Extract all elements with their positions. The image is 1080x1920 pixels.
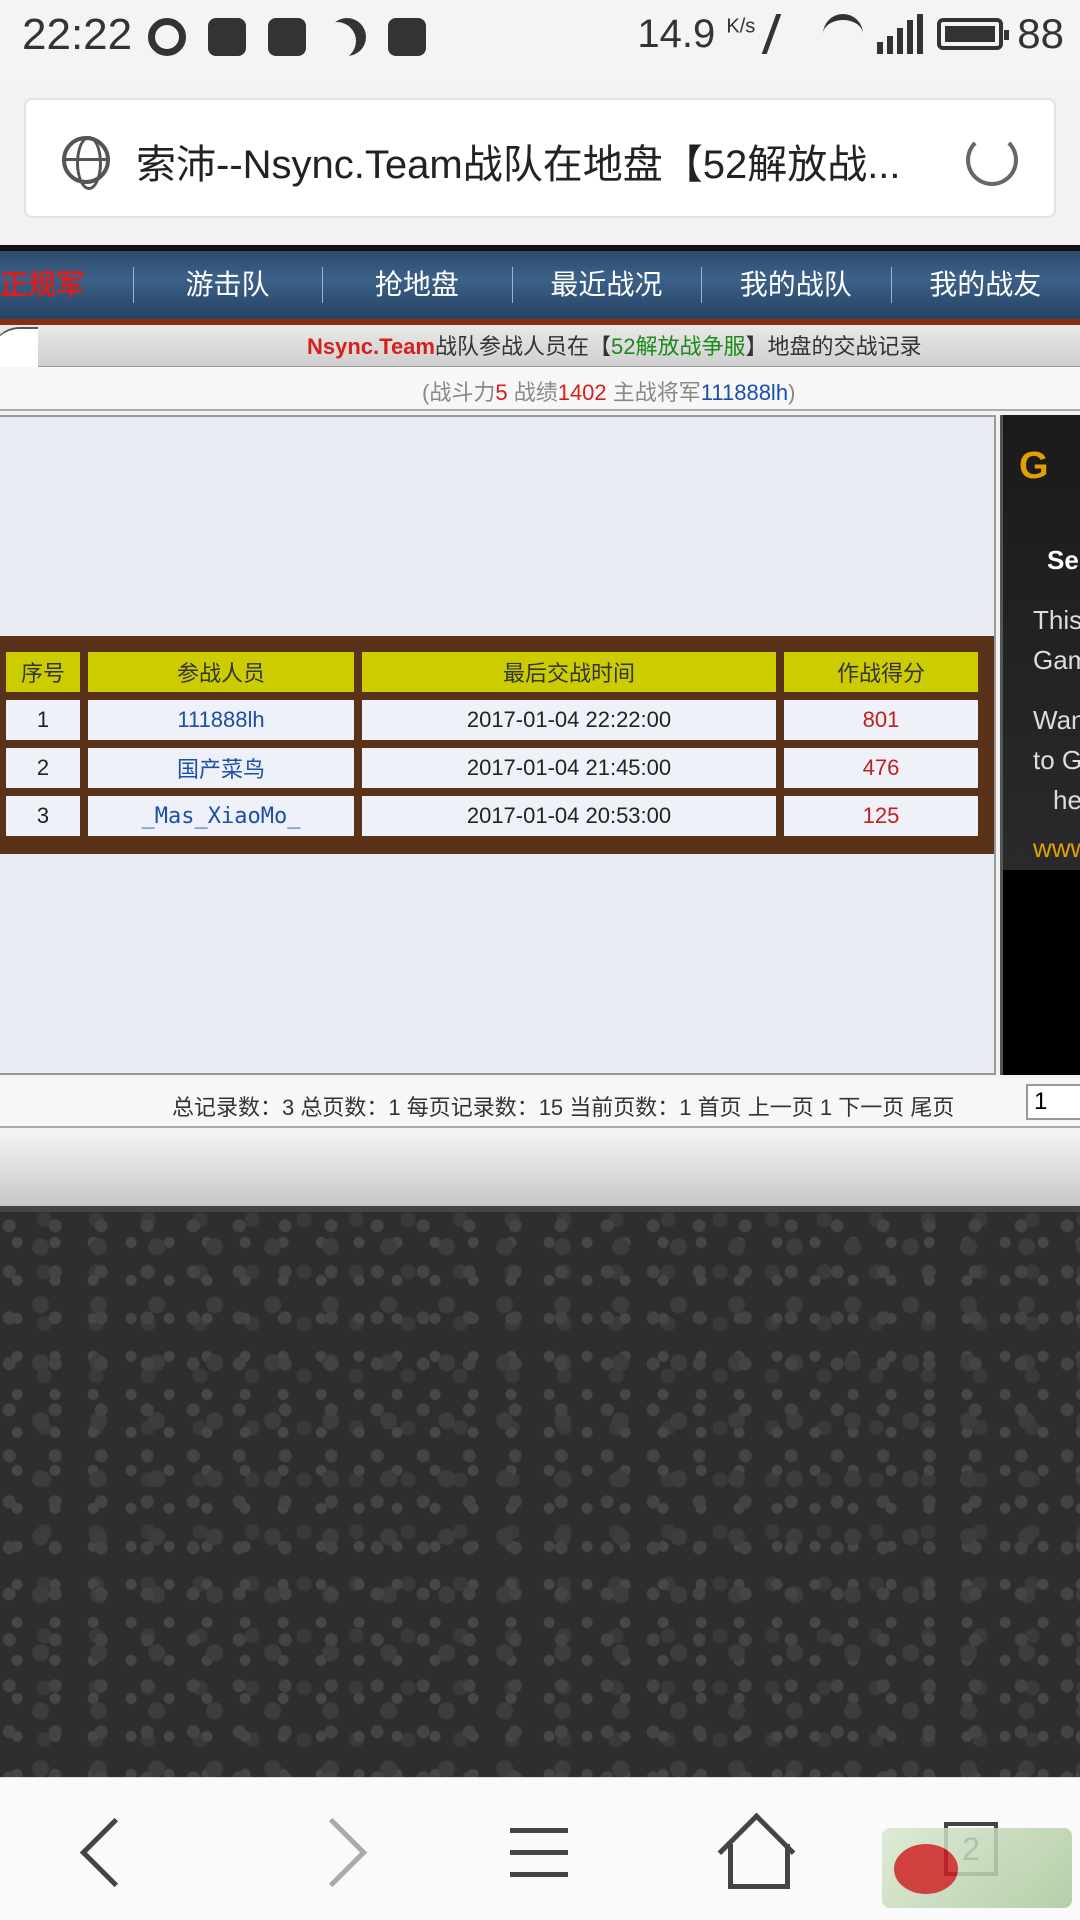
table-header-row: 序号 参战人员 最后交战时间 作战得分 [4, 650, 980, 694]
qq-icon [148, 18, 186, 56]
status-right: 14.9 K/s 88 [637, 10, 1064, 58]
battle-record-table: 序号 参战人员 最后交战时间 作战得分 1 111888lh 2017-01-0… [0, 636, 994, 854]
address-bar[interactable]: 索沛--Nsync.Team战队在地盘【52解放战... [24, 98, 1056, 218]
forward-icon[interactable] [300, 1814, 380, 1894]
reload-icon[interactable] [966, 134, 1018, 186]
network-speed: 14.9 K/s [637, 11, 756, 56]
mute-icon [762, 14, 817, 54]
table-row: 2 国产菜鸟 2017-01-04 21:45:00 476 [4, 746, 980, 790]
status-bar: 22:22 14.9 K/s 88 [0, 0, 1080, 80]
participant-link[interactable]: _Mas_XiaoMo_ [86, 794, 356, 838]
qq-ghost-icon [208, 18, 246, 56]
ad-content[interactable]: G Ser This s Game Want to Ga her www [1003, 415, 1080, 870]
battle-score: 801 [782, 698, 980, 742]
wifi-icon [823, 14, 864, 54]
page-title[interactable]: 索沛--Nsync.Team战队在地盘【52解放战... [136, 132, 966, 190]
battery-icon [937, 18, 1010, 50]
participant-link[interactable]: 国产菜鸟 [86, 746, 356, 790]
last-battle-time: 2017-01-04 20:53:00 [360, 794, 778, 838]
section-header: Nsync.Team战队参战人员在【52解放战争服】地盘的交战记录 [0, 325, 1080, 367]
background-pattern [0, 1212, 1080, 1777]
column-header: 作战得分 [782, 650, 980, 694]
row-number: 2 [4, 746, 82, 790]
tab-corner [0, 327, 38, 367]
row-number: 3 [4, 794, 82, 838]
back-icon[interactable] [66, 1814, 146, 1894]
home-icon[interactable] [716, 1814, 796, 1894]
menu-icon[interactable] [500, 1814, 580, 1894]
column-header: 参战人员 [86, 650, 356, 694]
nav-item-my-team[interactable]: 我的战队 [701, 253, 890, 317]
participant-link[interactable]: 111888lh [86, 698, 356, 742]
team-name[interactable]: Nsync.Team [307, 334, 435, 359]
signal-icon [877, 14, 924, 54]
globe-icon [62, 136, 110, 190]
main-general[interactable]: 111888lh [701, 380, 788, 405]
page-heading: Nsync.Team战队参战人员在【52解放战争服】地盘的交战记录 [307, 334, 922, 359]
browser-bottom-nav: 2 [0, 1777, 1080, 1920]
mail-icon [268, 18, 306, 56]
moon-icon [328, 18, 366, 56]
last-battle-time: 2017-01-04 22:22:00 [360, 698, 778, 742]
nav-item-my-friends[interactable]: 我的战友 [890, 253, 1080, 317]
site-nav: 正规军 游击队 抢地盘 最近战况 我的战队 我的战友 [0, 245, 1080, 325]
site-watermark-logo [882, 1828, 1072, 1908]
notification-icons [148, 18, 426, 56]
row-number: 1 [4, 698, 82, 742]
nav-item-regular-army[interactable]: 正规军 [0, 253, 133, 317]
pagination-bar: 总记录数：3 总页数：1 每页记录数：15 当前页数：1 首页 上一页 1 下一… [0, 1078, 1080, 1128]
column-header: 最后交战时间 [360, 650, 778, 694]
battle-score: 125 [782, 794, 980, 838]
clock: 22:22 [22, 10, 133, 59]
nav-item-grab-territory[interactable]: 抢地盘 [322, 253, 511, 317]
pocket-icon [388, 18, 426, 56]
page-select[interactable]: 1 [1026, 1084, 1080, 1120]
nav-item-recent-battles[interactable]: 最近战况 [511, 253, 701, 317]
server-name[interactable]: 52解放战争服 [611, 334, 745, 359]
table-row: 1 111888lh 2017-01-04 22:22:00 801 [4, 698, 980, 742]
table-row: 3 _Mas_XiaoMo_ 2017-01-04 20:53:00 125 [4, 794, 980, 838]
last-battle-time: 2017-01-04 21:45:00 [360, 746, 778, 790]
pagination-text[interactable]: 总记录数：3 总页数：1 每页记录数：15 当前页数：1 首页 上一页 1 下一… [172, 1090, 954, 1122]
combat-power: 5 [495, 380, 508, 405]
team-stats: (战斗力5 战绩1402 主战将军111888lh) [422, 380, 796, 405]
combat-record: 1402 [557, 380, 607, 405]
stats-bar: (战斗力5 战绩1402 主战将军111888lh) [0, 367, 1080, 411]
column-header: 序号 [4, 650, 82, 694]
battle-score: 476 [782, 746, 980, 790]
battery-level: 88 [1017, 10, 1064, 57]
ad-banner[interactable]: G Ser This s Game Want to Ga her www [1000, 415, 1080, 1075]
nav-item-guerrilla[interactable]: 游击队 [132, 253, 322, 317]
footer-bar [0, 1132, 1080, 1212]
ad-logo: G [1019, 445, 1049, 487]
